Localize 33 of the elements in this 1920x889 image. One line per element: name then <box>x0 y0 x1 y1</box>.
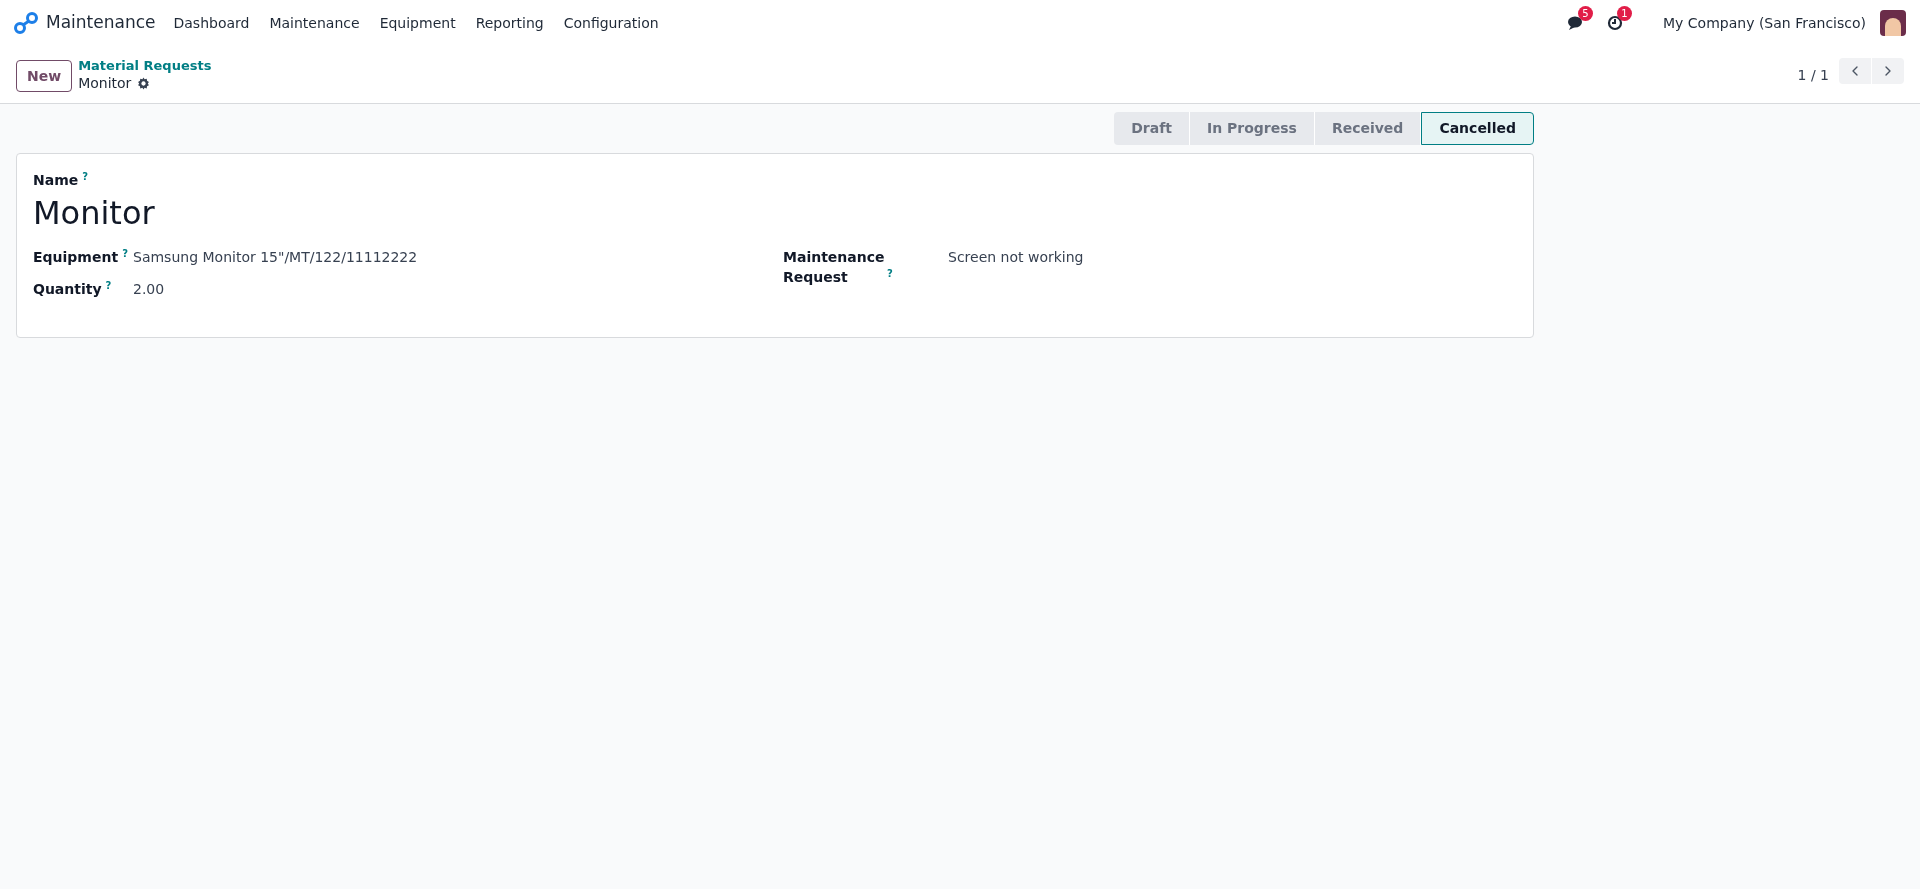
clock-icon[interactable] <box>1607 15 1624 31</box>
status-stage[interactable]: Draft <box>1114 112 1190 145</box>
field-value[interactable]: 2.00 <box>133 279 165 299</box>
help-tooltip-mark[interactable]: ? <box>887 268 893 279</box>
menu-item[interactable]: Equipment <box>369 12 466 34</box>
status-stage[interactable]: Cancelled <box>1421 112 1534 145</box>
help-tooltip-mark[interactable]: ? <box>82 171 89 182</box>
menu-item[interactable]: Dashboard <box>163 12 260 34</box>
menu-item[interactable]: Configuration <box>553 12 669 34</box>
breadcrumb-link[interactable]: Material Requests <box>78 58 212 74</box>
field-value[interactable]: Screen not working <box>948 247 1084 267</box>
company-switcher[interactable]: My Company (San Francisco) <box>1663 12 1866 34</box>
field-label: Quantity <box>33 280 102 299</box>
app-logo-icon <box>14 12 38 34</box>
gear-icon[interactable] <box>137 76 151 90</box>
help-tooltip-mark[interactable]: ? <box>105 280 112 291</box>
record-title: Monitor <box>78 74 132 92</box>
new-button[interactable]: New <box>16 60 73 92</box>
activity-count-badge: 1 <box>1617 6 1633 21</box>
menu-item[interactable]: Maintenance <box>259 12 370 34</box>
user-avatar[interactable] <box>1880 10 1906 36</box>
status-stage[interactable]: In Progress <box>1189 112 1315 145</box>
field-label: Equipment <box>33 248 119 267</box>
app-name[interactable]: Maintenance <box>46 10 156 36</box>
message-count-badge: 5 <box>1578 6 1594 21</box>
field-value[interactable]: Samsung Monitor 15"/MT/122/11112222 <box>133 247 418 267</box>
record-name-field[interactable]: Monitor <box>33 191 1517 235</box>
help-tooltip-mark[interactable]: ? <box>122 248 128 259</box>
field-label: Maintenance Request <box>783 248 883 287</box>
menu-item[interactable]: Reporting <box>465 12 554 34</box>
field-label: Name <box>33 172 79 188</box>
pager-value[interactable]: 1 / 1 <box>1797 65 1829 86</box>
status-stage[interactable]: Received <box>1314 112 1422 145</box>
